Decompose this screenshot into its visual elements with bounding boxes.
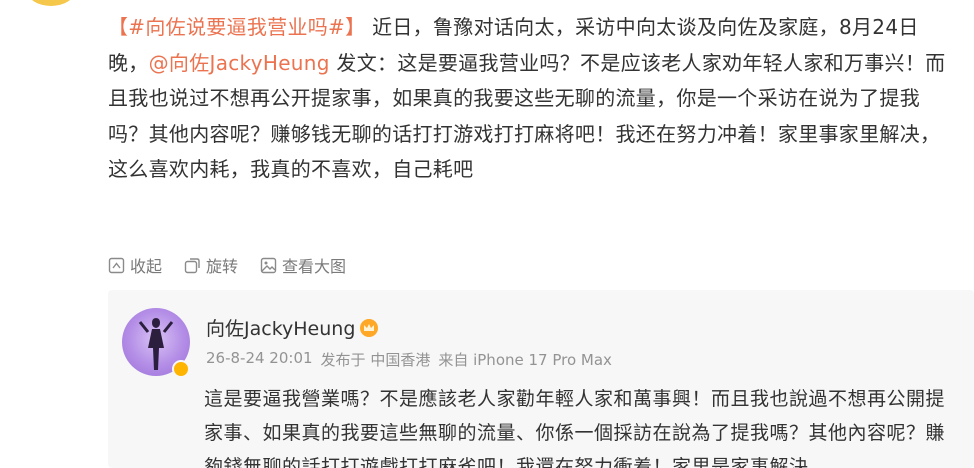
repost-time: 26-8-24 20:01 [206,349,313,367]
image-icon [260,257,277,273]
rotate-button[interactable]: 旋转 [184,253,238,277]
repost-card[interactable]: 向佐JackyHeung 26-8-24 20:01 发布于 中国香港 来自 i… [108,290,974,468]
repost-device: 来自 iPhone 17 Pro Max [438,351,612,369]
repost-author[interactable]: 向佐JackyHeung [206,314,379,341]
crown-icon [360,318,379,337]
hashtag-link[interactable]: 【#向佐说要逼我营业吗#】 [108,15,365,39]
repost-text: 這是要逼我營業嗎？不是應該老人家勸年輕人家和萬事興！而且我也說過不想再公開提家事… [204,388,946,468]
view-large-button[interactable]: 查看大图 [260,253,346,277]
repost-meta: 26-8-24 20:01 发布于 中国香港 来自 iPhone 17 Pro … [206,349,612,370]
repost-author-name[interactable]: 向佐JackyHeung [206,314,355,341]
collapse-label: 收起 [130,257,163,276]
mention-link[interactable]: @向佐JackyHeung [149,51,330,75]
verified-badge [172,360,190,378]
top-avatar[interactable] [28,0,74,6]
post-text: 【#向佐说要逼我营业吗#】 近日，鲁豫对话向太，采访中向太谈及向佐及家庭，8月2… [108,10,948,188]
rotate-icon [184,257,200,273]
collapse-button[interactable]: 收起 [108,253,162,277]
post-actions: 收起 旋转 查看大图 [108,253,346,277]
collapse-icon [108,257,125,273]
view-large-label: 查看大图 [282,257,347,276]
repost-location: 发布于 中国香港 [320,351,431,369]
rotate-label: 旋转 [206,257,239,276]
